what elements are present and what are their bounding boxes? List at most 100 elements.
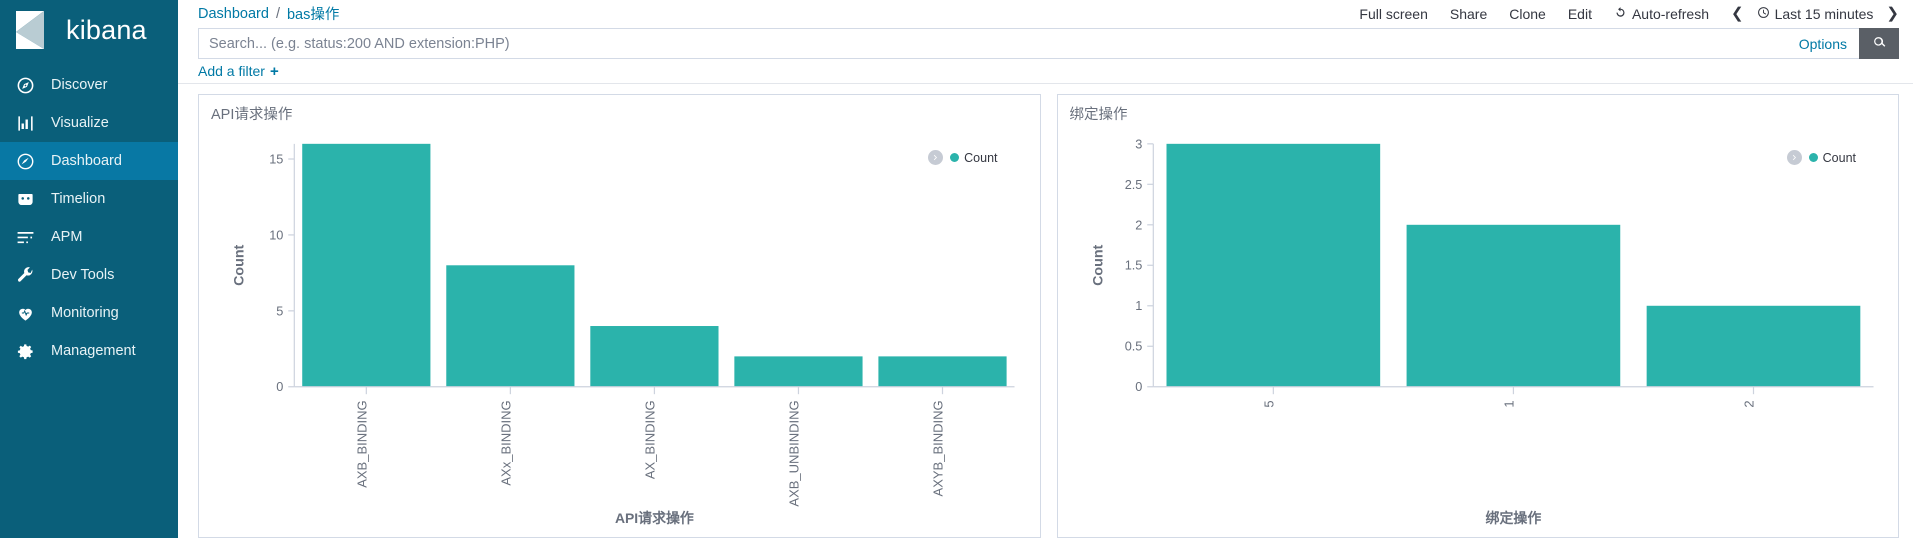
search-submit-button[interactable] [1859,28,1899,59]
svg-text:1: 1 [1135,298,1142,313]
sidebar-item-label: Monitoring [51,305,119,321]
sidebar-item-label: APM [51,229,83,245]
sidebar-item-monitoring[interactable]: Monitoring [0,294,178,332]
time-picker: ❮ Last 15 minutes ❯ [1731,6,1899,22]
auto-refresh-button[interactable]: Auto-refresh [1614,6,1709,22]
svg-text:AXB_BINDING: AXB_BINDING [354,400,369,487]
svg-text:AXx_BINDING: AXx_BINDING [498,400,513,485]
sidebar-item-label: Discover [51,77,108,93]
dashboard-panel-api-requests: API请求操作 Count 0 5 10 15 Count AXB_BINDIN… [198,94,1041,538]
panel-title[interactable]: API请求操作 [207,101,1032,124]
sidebar-nav: Discover Visualize Dashboard Timelion AP… [0,60,178,370]
legend-item-count[interactable]: Count [1808,150,1856,165]
sidebar-item-dashboard[interactable]: Dashboard [0,142,178,180]
svg-text:2.5: 2.5 [1124,177,1142,192]
top-bar: Dashboard / bas操作 Full screen Share Clon… [178,0,1913,27]
sidebar-item-dev-tools[interactable]: Dev Tools [0,256,178,294]
time-range-button[interactable]: Last 15 minutes [1757,5,1874,22]
breadcrumb: Dashboard / bas操作 [198,3,339,24]
kibana-app: kibana Discover Visualize Dashboard Time… [0,0,1913,538]
svg-text:2: 2 [1135,217,1142,232]
auto-refresh-label: Auto-refresh [1631,5,1709,22]
legend-label: Count [964,150,998,165]
compass-icon [16,76,35,95]
brand-logo[interactable]: kibana [0,0,178,60]
svg-text:2: 2 [1741,400,1756,407]
sidebar-item-timelion[interactable]: Timelion [0,180,178,218]
svg-text:Count: Count [231,244,247,285]
sidebar-item-management[interactable]: Management [0,332,178,370]
edit-button[interactable]: Edit [1568,6,1592,22]
add-filter-label: Add a filter [198,63,265,79]
svg-text:AXYB_BINDING: AXYB_BINDING [931,400,946,496]
panel-title[interactable]: 绑定操作 [1066,101,1891,124]
legend-collapse-icon[interactable] [928,150,944,165]
chart-legend: Count [1786,150,1856,165]
svg-text:AXB_UNBINDING: AXB_UNBINDING [787,400,802,506]
legend-color-swatch [950,153,960,162]
sidebar: kibana Discover Visualize Dashboard Time… [0,0,178,538]
bar-chart-api-requests: Count 0 5 10 15 Count AXB_BINDING AXx_BINDING A… [207,124,1032,533]
search-input[interactable] [199,29,1787,58]
share-button[interactable]: Share [1450,6,1487,22]
options-button[interactable]: Options [1786,28,1859,59]
sidebar-item-discover[interactable]: Discover [0,66,178,104]
svg-text:0: 0 [276,379,283,394]
main-content: Dashboard / bas操作 Full screen Share Clon… [178,0,1913,538]
svg-text:10: 10 [269,227,283,242]
svg-text:AX_BINDING: AX_BINDING [643,400,658,479]
bar-chart-icon [16,114,35,133]
legend-item-count[interactable]: Count [950,150,998,165]
query-bar: Options [178,28,1913,59]
gear-icon [16,342,35,361]
chart-legend: Count [928,150,998,165]
legend-collapse-icon[interactable] [1786,150,1802,165]
clock-icon [1757,6,1770,22]
dashboard-icon [16,152,35,171]
kibana-logo-icon [14,10,52,50]
time-range-label: Last 15 minutes [1774,5,1874,22]
sidebar-item-label: Dashboard [51,153,122,169]
sidebar-item-label: Management [51,343,136,359]
breadcrumb-separator: / [275,5,280,22]
bar-chart-binding-ops: Count 0 0.5 1 1.5 2 2.5 3 Count 5 1 2 绑定操作 [1066,124,1891,533]
panel-body: Count 0 5 10 15 Count AXB_BINDING AXx_BINDING A… [207,124,1032,533]
svg-text:5: 5 [276,303,283,318]
time-prev-button[interactable]: ❮ [1731,6,1744,21]
timelion-icon [16,190,35,209]
plus-icon: + [269,62,279,80]
svg-text:绑定操作: 绑定操作 [1485,510,1541,526]
svg-text:5: 5 [1261,400,1276,407]
chart-plot-area[interactable]: 0 5 10 15 Count AXB_BINDING AXx_BINDING AX_BIND… [207,124,1032,533]
brand-name: kibana [66,14,147,45]
sidebar-item-apm[interactable]: APM [0,218,178,256]
full-screen-button[interactable]: Full screen [1359,6,1427,22]
chart-plot-area[interactable]: 0 0.5 1 1.5 2 2.5 3 Count 5 1 2 绑定操作 [1066,124,1891,533]
refresh-icon [1614,6,1627,22]
sidebar-item-label: Dev Tools [51,267,115,283]
search-icon [1872,35,1887,53]
search-input-wrapper [198,28,1787,59]
filter-bar: Add a filter + [178,59,1913,84]
heartbeat-icon [16,304,35,323]
legend-color-swatch [1808,153,1818,162]
add-filter-button[interactable]: Add a filter + [198,63,279,79]
dashboard-panel-binding-ops: 绑定操作 Count 0 0.5 1 1.5 2 2.5 3 Count 5 1 2 [1056,94,1899,538]
svg-text:1: 1 [1501,400,1516,407]
breadcrumb-root[interactable]: Dashboard [198,6,269,22]
legend-label: Count [1822,150,1856,165]
wrench-icon [16,266,35,285]
svg-text:15: 15 [269,151,283,166]
panel-body: Count 0 0.5 1 1.5 2 2.5 3 Count 5 1 2 绑定操作 [1066,124,1891,533]
svg-text:3: 3 [1135,136,1142,151]
svg-text:Count: Count [1089,244,1105,285]
sidebar-item-visualize[interactable]: Visualize [0,104,178,142]
top-actions: Full screen Share Clone Edit Auto-refres… [1359,6,1899,22]
sidebar-item-label: Timelion [51,191,106,207]
breadcrumb-current[interactable]: bas操作 [287,3,339,24]
svg-text:1.5: 1.5 [1124,258,1142,273]
clone-button[interactable]: Clone [1509,6,1546,22]
time-next-button[interactable]: ❯ [1886,6,1899,21]
sidebar-item-label: Visualize [51,115,109,131]
svg-text:API请求操作: API请求操作 [615,510,694,526]
